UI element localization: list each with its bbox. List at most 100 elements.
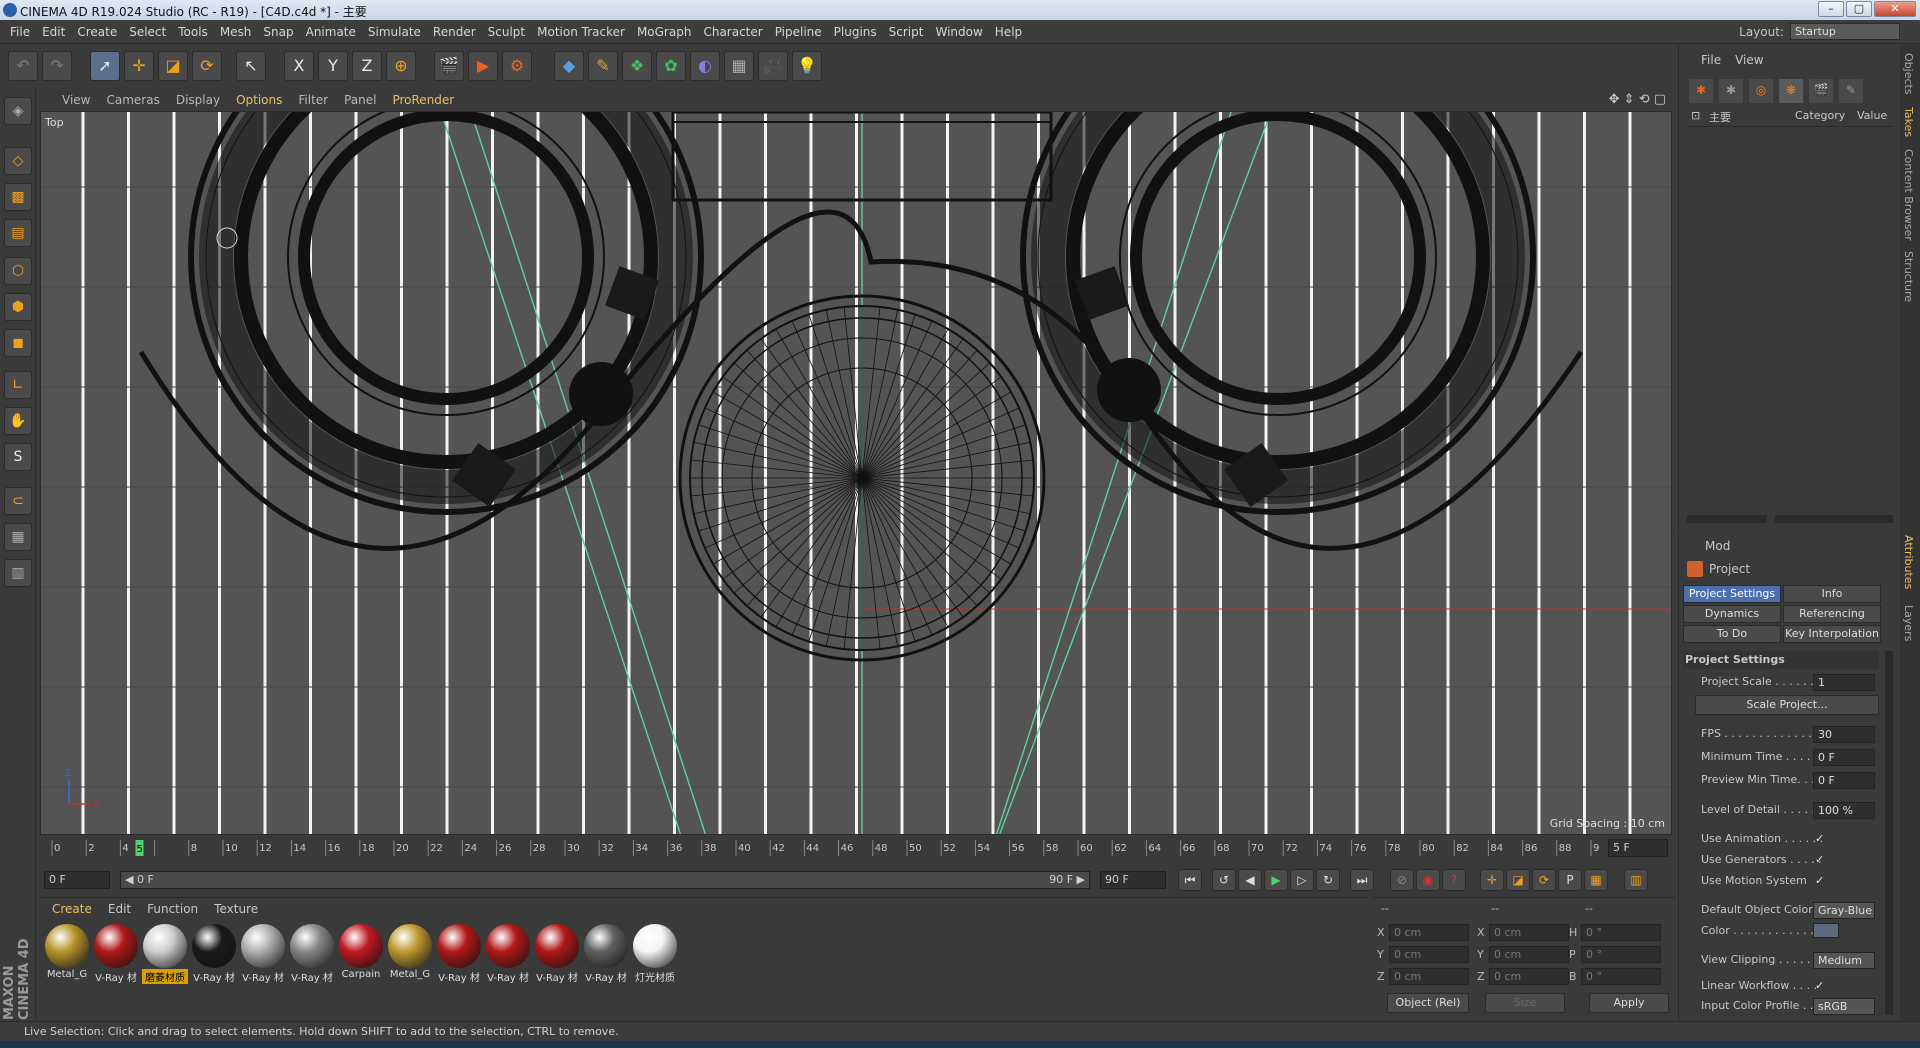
key-position-icon[interactable]: ✛ [1480,869,1504,891]
coord-field[interactable]: 0 cm [1489,924,1569,941]
autokey-icon[interactable]: ◉ [1416,869,1440,891]
viewport-menu-filter[interactable]: Filter [290,93,336,107]
move-icon[interactable]: ✛ [124,51,154,81]
input-color-profile-select[interactable]: sRGB [1813,998,1875,1015]
key-scale-icon[interactable]: ◪ [1506,869,1530,891]
material-swatch[interactable]: V-Ray 材 [93,924,139,986]
light-icon[interactable]: 💡 [792,51,822,81]
render-icon[interactable]: ✱ [1689,79,1713,103]
material-menu-texture[interactable]: Texture [206,902,266,916]
auto-take-icon[interactable]: ❋ [1779,79,1803,103]
preview-range-slider[interactable]: ◀ 0 F 90 F ▶ [120,871,1090,889]
next-key-icon[interactable]: ↻ [1316,869,1340,891]
keyframe-selection-icon[interactable]: ? [1442,869,1466,891]
axis-mode-icon[interactable]: ∟ [4,371,32,399]
make-editable-icon[interactable]: ◈ [4,97,32,125]
viewport-menu-panel[interactable]: Panel [336,93,384,107]
menu-sculpt[interactable]: Sculpt [482,25,531,39]
rotate-icon[interactable]: ⟳ [192,51,222,81]
coord-field[interactable]: 0 ° [1581,968,1661,985]
camera-icon[interactable]: 🎥 [758,51,788,81]
render-view-icon[interactable]: 🎬 [434,51,464,81]
tab-key-interpolation[interactable]: Key Interpolation [1783,625,1881,643]
tab-project-settings[interactable]: Project Settings [1683,585,1781,603]
menu-edit[interactable]: Edit [36,25,71,39]
deformer-icon[interactable]: ◐ [690,51,720,81]
side-tab-attributes[interactable]: Attributes [1902,535,1915,589]
undo-icon[interactable]: ↶ [8,51,38,81]
coord-field[interactable]: 0 cm [1489,968,1569,985]
live-selection-icon[interactable]: ➚ [90,51,120,81]
size-mode-select[interactable]: Size [1485,993,1565,1013]
y-axis-button[interactable]: Y [318,51,348,81]
side-tab-content-browser[interactable]: Content Browser [1902,149,1915,241]
tab-to-do[interactable]: To Do [1683,625,1781,643]
use-animation-checkbox[interactable]: ✓ [1815,832,1824,845]
previous-key-icon[interactable]: ↺ [1212,869,1236,891]
floor-icon[interactable]: ▦ [724,51,754,81]
side-tab-objects[interactable]: Objects [1902,53,1915,95]
material-menu-function[interactable]: Function [139,902,206,916]
model-mode-icon[interactable]: ◇ [4,147,32,175]
project-scale-field[interactable]: 1 [1813,674,1875,691]
subdivision-icon[interactable]: ❖ [622,51,652,81]
render-settings-icon[interactable]: ⚙ [502,51,532,81]
use-generators-checkbox[interactable]: ✓ [1815,853,1824,866]
side-tab-takes[interactable]: Takes [1902,107,1915,137]
side-tab-layers[interactable]: Layers [1902,605,1915,641]
polygons-mode-icon[interactable]: ◼ [4,329,32,357]
current-frame-field[interactable]: 5 F [1608,839,1668,857]
override-icon[interactable]: ◎ [1749,79,1773,103]
linear-workflow-checkbox[interactable]: ✓ [1815,979,1824,992]
viewport[interactable]: Z X Top Grid Spacing : 10 cm [40,111,1672,835]
material-swatch[interactable]: V-Ray 材 [485,924,531,986]
recent-tool-icon[interactable]: ↖ [236,51,266,81]
play-icon[interactable]: ▶ [1264,869,1288,891]
viewport-menu-view[interactable]: View [54,93,98,107]
pen-spline-icon[interactable]: ✎ [588,51,618,81]
menu-pipeline[interactable]: Pipeline [769,25,828,39]
key-parameter-icon[interactable]: P [1558,869,1582,891]
minimum-time-field[interactable]: 0 F [1813,749,1875,766]
default-object-color-select[interactable]: Gray-Blue [1813,902,1875,919]
color-swatch[interactable] [1813,923,1839,938]
side-tab-structure[interactable]: Structure [1902,251,1915,302]
x-axis-button[interactable]: X [284,51,314,81]
attributes-scrollbar[interactable] [1885,651,1893,1015]
viewport-menu-display[interactable]: Display [168,93,228,107]
menu-mograph[interactable]: MoGraph [631,25,698,39]
menu-snap[interactable]: Snap [257,25,299,39]
menu-help[interactable]: Help [989,25,1028,39]
take-icon[interactable]: ✱ [1719,79,1743,103]
minimize-button[interactable]: – [1818,1,1844,17]
close-button[interactable]: ✕ [1874,1,1916,17]
coord-field[interactable]: 0 cm [1489,946,1569,963]
material-swatch[interactable]: Metal_G [44,924,90,986]
key-pla-icon[interactable]: ▦ [1584,869,1608,891]
go-to-start-icon[interactable]: ⏮ [1178,869,1202,891]
go-to-end-icon[interactable]: ⏭ [1350,869,1374,891]
preview-min-time-field[interactable]: 0 F [1813,772,1875,789]
snap-icon[interactable]: ⊂ [4,487,32,515]
key-rotation-icon[interactable]: ⟳ [1532,869,1556,891]
coord-field[interactable]: 0 cm [1389,924,1469,941]
material-swatch[interactable]: V-Ray 材 [534,924,580,986]
tweak-mode-icon[interactable]: ✋ [4,407,32,435]
tab-referencing[interactable]: Referencing [1783,605,1881,623]
timeline-ruler[interactable]: 0 2 4 8 10 12 14 16 18 20 22 24 26 28 30 32 34 36 38 40 42 44… [40,838,1672,858]
cloner-icon[interactable]: ✿ [656,51,686,81]
cube-icon[interactable]: ◆ [554,51,584,81]
maximize-button[interactable]: ▢ [1846,1,1872,17]
material-swatch[interactable]: V-Ray 材 [240,924,286,986]
objects-menu-file[interactable]: File [1701,53,1721,67]
previous-frame-icon[interactable]: ◀ [1238,869,1262,891]
apply-button[interactable]: Apply [1589,993,1669,1013]
menu-script[interactable]: Script [883,25,930,39]
material-swatch[interactable]: Carpain [338,924,384,986]
coord-field[interactable]: 0 cm [1389,968,1469,985]
menu-render[interactable]: Render [427,25,482,39]
fps-field[interactable]: 30 [1813,726,1875,743]
camera-take-icon[interactable]: 🎬 [1809,79,1833,103]
left-scrollbar[interactable] [1687,515,1767,523]
right-scrollbar[interactable] [1775,515,1893,523]
